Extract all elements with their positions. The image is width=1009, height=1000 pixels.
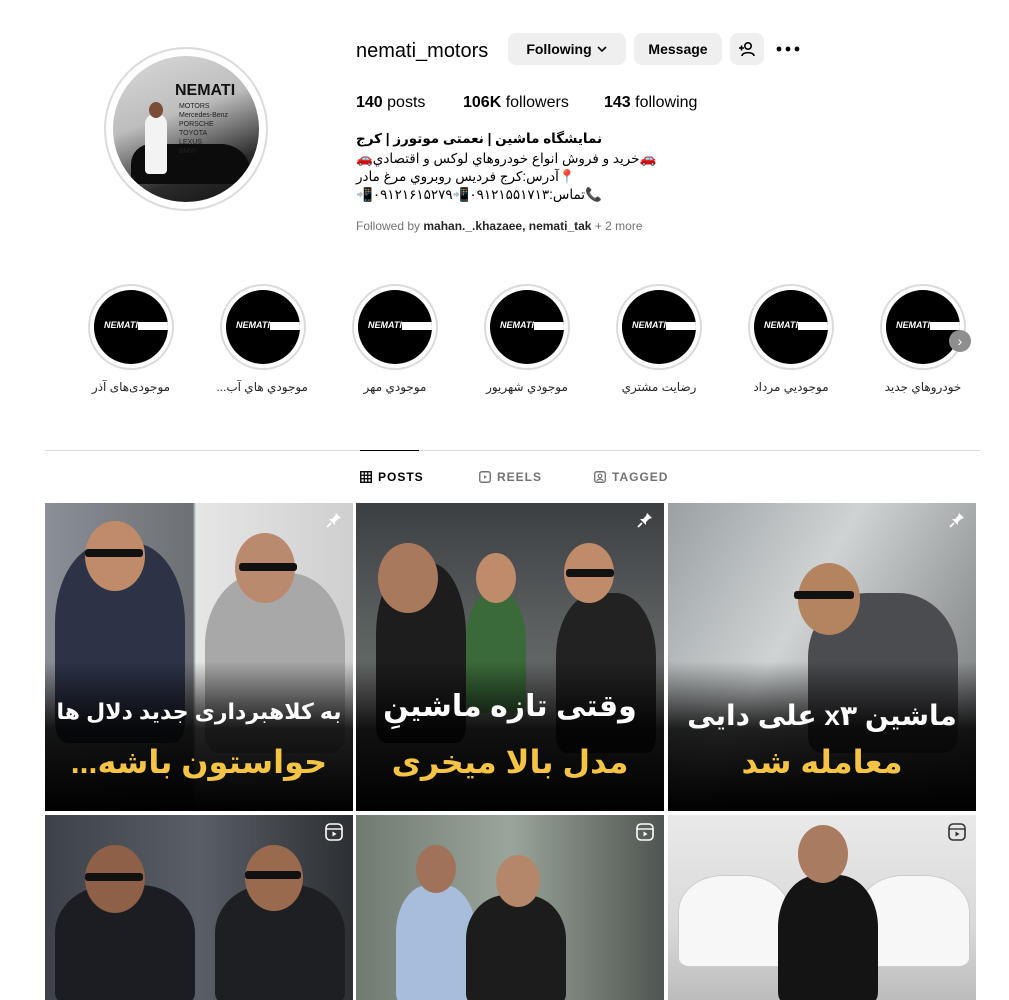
posts-count: 140 <box>356 94 383 111</box>
chevron-right-icon[interactable]: › <box>949 330 971 352</box>
highlight-cover: NEMATI <box>616 284 702 370</box>
post-caption-line: ماشین x۳ علی دایی <box>687 700 957 731</box>
avatar-brand: BMW <box>179 148 197 155</box>
tabs-divider <box>45 450 980 451</box>
add-person-icon <box>739 41 755 57</box>
post-tile[interactable]: ماشین x۳ علی دایی معامله شد <box>668 503 976 811</box>
highlight-cover: NEMATI <box>352 284 438 370</box>
following-label: following <box>635 94 698 111</box>
reel-icon <box>325 823 343 846</box>
highlight-logo: NEMATI <box>896 320 930 330</box>
tab-tagged-label: TAGGED <box>612 470 669 484</box>
avatar: NEMATI MOTORS Mercedes-Benz PORSCHE TOYO… <box>113 56 259 202</box>
pin-icon <box>948 511 966 534</box>
highlight-cover: NEMATI <box>880 284 966 370</box>
post-caption-highlight: معامله شد <box>741 744 903 780</box>
tab-tagged[interactable]: TAGGED <box>594 470 668 484</box>
highlight-label: موجودي هاي آب... <box>216 380 308 394</box>
pin-icon <box>325 511 343 534</box>
post-caption-line: وقتی تازه ماشینِ <box>383 690 637 723</box>
highlight-logo: NEMATI <box>764 320 798 330</box>
more-options-icon[interactable] <box>776 38 800 60</box>
tagged-icon <box>594 471 606 483</box>
bio-line: 🚗خرید و فروش انواع خودروهاي لوکس و اقتصا… <box>356 151 657 166</box>
followed-by-more: + 2 more <box>594 219 643 233</box>
reel-icon <box>948 823 966 846</box>
post-caption-highlight: مدل بالا میخری <box>391 744 629 780</box>
highlight-label: موجوديي مرداد <box>753 380 829 394</box>
highlight-cover: NEMATI <box>220 284 306 370</box>
following-button[interactable]: Following <box>508 33 626 65</box>
highlight-logo: NEMATI <box>236 320 270 330</box>
chevron-down-icon <box>597 46 607 53</box>
highlight-item[interactable]: NEMATI موجودي هاي آب... <box>216 284 308 394</box>
highlight-label: موجودي شهريور <box>486 380 568 394</box>
suggest-people-button[interactable] <box>730 33 764 65</box>
highlight-logo: NEMATI <box>368 320 402 330</box>
posts-label: posts <box>387 94 426 111</box>
post-tile[interactable] <box>668 815 976 1000</box>
highlight-item[interactable]: NEMATI موجودي مهر <box>350 284 440 394</box>
avatar-brand: LEXUS <box>179 139 202 146</box>
followed-by[interactable]: Followed by mahan._.khazaee, nemati_tak … <box>356 219 643 233</box>
highlight-logo: NEMATI <box>500 320 534 330</box>
highlight-label: خودروهاي جديد <box>884 380 962 394</box>
highlight-cover: NEMATI <box>484 284 570 370</box>
highlight-logo: NEMATI <box>632 320 666 330</box>
tab-posts-label: POSTS <box>378 470 424 484</box>
active-tab-indicator <box>360 450 419 451</box>
highlight-label: رضايت مشتري <box>621 380 697 394</box>
following-stat[interactable]: 143 following <box>604 94 697 112</box>
highlight-item[interactable]: NEMATI موجوديي مرداد <box>746 284 836 394</box>
reels-icon <box>479 471 491 483</box>
post-tile[interactable] <box>356 815 664 1000</box>
avatar-brand: PORSCHE <box>179 121 214 128</box>
followers-stat[interactable]: 106K followers <box>463 94 569 112</box>
highlight-item[interactable]: NEMATI موجودی‌های آذر <box>86 284 176 394</box>
posts-count-stat: 140 posts <box>356 94 425 112</box>
following-button-label: Following <box>526 41 592 57</box>
avatar-person <box>145 114 167 174</box>
avatar-brands: MOTORS Mercedes-Benz PORSCHE TOYOTA LEXU… <box>179 102 228 156</box>
profile-username: nemati_motors <box>356 40 489 62</box>
followers-label: followers <box>505 94 569 111</box>
bio-line: 📍آدرس:کرج فرديس روبروي مرغ مادر <box>356 169 576 184</box>
following-count: 143 <box>604 94 631 111</box>
highlight-label: موجودی‌های آذر <box>91 380 171 394</box>
grid-icon <box>360 471 372 483</box>
bio-line: 📞تماس:۰۹۱۲۱۵۵۱۷۱۳📲۰۹۱۲۱۶۱۵۲۷۹📲 <box>356 187 602 202</box>
avatar-logo-text: NEMATI <box>175 82 236 99</box>
post-caption-highlight: حواستون باشه... <box>70 744 328 780</box>
bio-name: نمایشگاه ماشین | نعمتی موتورز | کرج <box>356 131 603 146</box>
highlight-cover: NEMATI <box>748 284 834 370</box>
message-button-label: Message <box>648 41 708 57</box>
followers-count: 106K <box>463 94 502 111</box>
highlight-label: موجودي مهر <box>363 380 427 394</box>
profile-avatar-ring[interactable]: NEMATI MOTORS Mercedes-Benz PORSCHE TOYO… <box>104 47 268 211</box>
highlight-logo: NEMATI <box>104 320 138 330</box>
highlight-cover: NEMATI <box>88 284 174 370</box>
tab-reels[interactable]: REELS <box>479 470 542 484</box>
reel-icon <box>636 823 654 846</box>
highlight-item[interactable]: NEMATI موجودي شهريور <box>482 284 572 394</box>
followed-by-prefix: Followed by <box>356 219 421 233</box>
tab-posts[interactable]: POSTS <box>360 470 424 484</box>
post-caption-line: به کلاهبرداری جدید دلال ها <box>56 699 342 724</box>
highlight-item[interactable]: NEMATI رضايت مشتري <box>614 284 704 394</box>
avatar-person-head <box>149 102 163 118</box>
post-tile[interactable] <box>45 815 353 1000</box>
avatar-brand: TOYOTA <box>179 130 208 137</box>
followed-by-names: mahan._.khazaee, nemati_tak <box>423 219 592 233</box>
tab-reels-label: REELS <box>497 470 543 484</box>
post-tile[interactable]: وقتی تازه ماشینِ مدل بالا میخری <box>356 503 664 811</box>
avatar-brand: Mercedes-Benz <box>179 112 229 119</box>
message-button[interactable]: Message <box>634 33 722 65</box>
pin-icon <box>636 511 654 534</box>
post-tile[interactable]: به کلاهبرداری جدید دلال ها حواستون باشه.… <box>45 503 353 811</box>
avatar-brand: MOTORS <box>179 103 210 110</box>
